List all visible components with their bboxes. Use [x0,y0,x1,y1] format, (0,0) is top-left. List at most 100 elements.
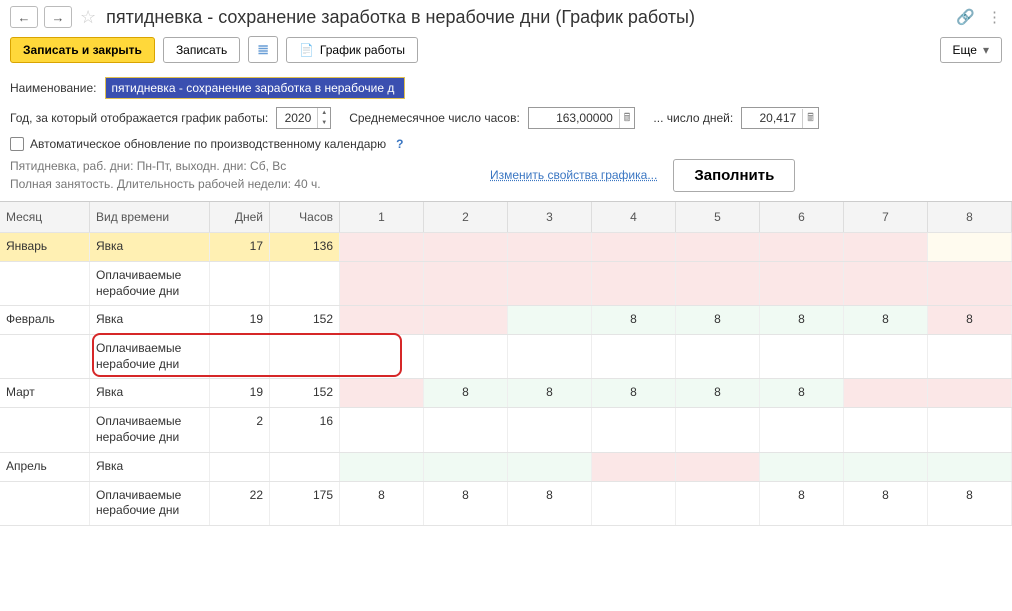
cell-day[interactable] [592,262,676,305]
favorite-star-icon[interactable]: ☆ [80,7,96,28]
cell-day[interactable]: 8 [844,306,928,334]
calculator-icon[interactable]: 🖩 [802,109,818,128]
cell-day[interactable] [424,335,508,378]
cell-day[interactable]: 8 [760,306,844,334]
cell-day[interactable] [844,453,928,481]
col-day-1[interactable]: 1 [340,202,424,232]
cell-day[interactable] [760,453,844,481]
cell-day[interactable] [340,262,424,305]
cell-day[interactable] [592,233,676,261]
cell-day[interactable] [928,262,1012,305]
cell-hours[interactable]: 136 [270,233,340,261]
cell-days[interactable] [210,262,270,305]
cell-day[interactable]: 8 [844,482,928,525]
cell-day[interactable] [508,453,592,481]
table-row[interactable]: АпрельЯвка [0,453,1012,482]
cell-day[interactable] [676,233,760,261]
cell-day[interactable] [340,379,424,407]
col-day-5[interactable]: 5 [676,202,760,232]
col-hours[interactable]: Часов [270,202,340,232]
save-and-close-button[interactable]: Записать и закрыть [10,37,155,63]
year-down-icon[interactable]: ▼ [318,118,330,128]
cell-month[interactable] [0,335,90,378]
col-day-2[interactable]: 2 [424,202,508,232]
col-month[interactable]: Месяц [0,202,90,232]
col-day-4[interactable]: 4 [592,202,676,232]
cell-day[interactable] [928,408,1012,451]
cell-day[interactable] [844,262,928,305]
cell-day[interactable] [424,453,508,481]
cell-day[interactable] [844,408,928,451]
cell-day[interactable] [508,262,592,305]
avg-hours-field[interactable]: 163,00000 🖩 [528,107,636,129]
save-button[interactable]: Записать [163,37,240,63]
cell-day[interactable] [676,262,760,305]
cell-hours[interactable]: 16 [270,408,340,451]
cell-day[interactable] [424,306,508,334]
cell-day[interactable] [508,306,592,334]
cell-time-type[interactable]: Явка [90,453,210,481]
cell-days[interactable]: 22 [210,482,270,525]
cell-month[interactable] [0,408,90,451]
cell-day[interactable] [844,233,928,261]
schedule-button[interactable]: График работы [286,37,418,63]
calculator-icon[interactable]: 🖩 [619,109,635,128]
cell-day[interactable] [844,335,928,378]
help-icon[interactable]: ? [396,137,403,151]
col-day-8[interactable]: 8 [928,202,1012,232]
cell-day[interactable] [592,408,676,451]
cell-day[interactable] [340,408,424,451]
nav-forward-button[interactable]: → [44,6,72,28]
cell-month[interactable]: Январь [0,233,90,261]
cell-day[interactable]: 8 [928,306,1012,334]
cell-time-type[interactable]: Явка [90,233,210,261]
fill-button[interactable]: Заполнить [673,159,795,192]
cell-day[interactable] [508,335,592,378]
table-row[interactable]: Оплачиваемые нерабочие дни22175888888 [0,482,1012,526]
cell-month[interactable] [0,482,90,525]
list-view-button[interactable] [248,36,278,63]
col-days[interactable]: Дней [210,202,270,232]
cell-hours[interactable]: 152 [270,379,340,407]
cell-day[interactable] [592,482,676,525]
table-row[interactable]: МартЯвка1915288888 [0,379,1012,408]
col-day-7[interactable]: 7 [844,202,928,232]
change-schedule-link[interactable]: Изменить свойства графика... [490,166,657,184]
cell-day[interactable] [760,262,844,305]
cell-time-type[interactable]: Явка [90,379,210,407]
col-day-6[interactable]: 6 [760,202,844,232]
year-up-icon[interactable]: ▲ [318,108,330,118]
name-input[interactable] [105,77,405,99]
more-button[interactable]: Еще [940,37,1002,63]
cell-day[interactable]: 8 [928,482,1012,525]
cell-day[interactable]: 8 [424,482,508,525]
cell-day[interactable] [592,335,676,378]
cell-day[interactable]: 8 [676,379,760,407]
cell-day[interactable] [676,335,760,378]
cell-day[interactable] [928,453,1012,481]
table-row[interactable]: ФевральЯвка1915288888 [0,306,1012,335]
cell-time-type[interactable]: Оплачиваемые нерабочие дни [90,482,210,525]
col-time-type[interactable]: Вид времени [90,202,210,232]
cell-day[interactable]: 8 [760,482,844,525]
cell-day[interactable] [760,335,844,378]
cell-day[interactable] [844,379,928,407]
avg-days-field[interactable]: 20,417 🖩 [741,107,819,129]
cell-day[interactable] [676,482,760,525]
table-row[interactable]: ЯнварьЯвка17136 [0,233,1012,262]
cell-days[interactable]: 19 [210,379,270,407]
cell-month[interactable]: Апрель [0,453,90,481]
cell-day[interactable] [424,233,508,261]
cell-day[interactable] [508,233,592,261]
cell-hours[interactable] [270,453,340,481]
cell-day[interactable] [340,233,424,261]
cell-day[interactable] [424,408,508,451]
cell-day[interactable] [928,379,1012,407]
cell-hours[interactable]: 175 [270,482,340,525]
cell-day[interactable] [340,453,424,481]
cell-time-type[interactable]: Оплачиваемые нерабочие дни [90,262,210,305]
cell-days[interactable] [210,453,270,481]
cell-day[interactable] [424,262,508,305]
table-row[interactable]: Оплачиваемые нерабочие дни [0,335,1012,379]
link-icon[interactable]: 🔗 [956,8,975,26]
